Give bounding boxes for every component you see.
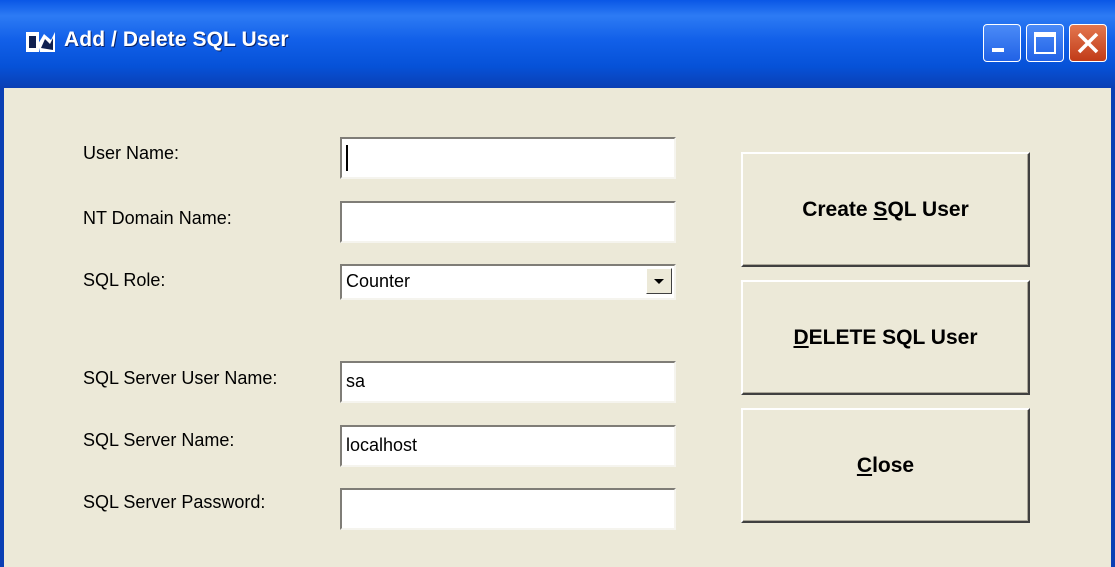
window-title: Add / Delete SQL User xyxy=(64,28,289,51)
chevron-down-icon xyxy=(654,279,664,284)
title-bar[interactable]: Add / Delete SQL User xyxy=(0,0,1115,88)
sql-server-user-label: SQL Server User Name: xyxy=(83,368,278,388)
close-icon xyxy=(1077,32,1099,54)
create-sql-user-button[interactable]: Create S QL User xyxy=(741,152,1030,267)
dialog-window: Add / Delete SQL User User Name: NT Doma… xyxy=(0,0,1115,567)
minimize-icon xyxy=(992,48,1004,52)
sql-role-label: SQL Role: xyxy=(83,270,166,290)
sql-server-password-input[interactable] xyxy=(340,488,676,530)
sql-role-select[interactable]: Counter xyxy=(340,264,676,300)
window-frame-left xyxy=(0,88,4,567)
user-name-label: User Name: xyxy=(83,143,180,163)
app-icon xyxy=(26,32,55,52)
window-frame-right xyxy=(1111,88,1115,567)
maximize-icon xyxy=(1034,32,1056,54)
close-window-button[interactable] xyxy=(1069,24,1107,62)
sql-server-name-label: SQL Server Name: xyxy=(83,430,235,450)
sql-server-name-input[interactable]: localhost xyxy=(340,425,676,467)
user-name-input[interactable] xyxy=(340,137,676,179)
nt-domain-input[interactable] xyxy=(340,201,676,243)
delete-sql-user-button[interactable]: D ELETE SQL User xyxy=(741,280,1030,395)
sql-role-selected-value: Counter xyxy=(346,271,411,291)
dropdown-button[interactable] xyxy=(646,268,672,294)
text-caret xyxy=(346,145,348,172)
close-button[interactable]: Close xyxy=(741,408,1030,523)
sql-server-password-label: SQL Server Password: xyxy=(83,492,266,512)
minimize-button[interactable] xyxy=(983,24,1021,62)
nt-domain-label: NT Domain Name: xyxy=(83,208,232,228)
maximize-button[interactable] xyxy=(1026,24,1064,62)
sql-server-user-input[interactable]: sa xyxy=(340,361,676,403)
